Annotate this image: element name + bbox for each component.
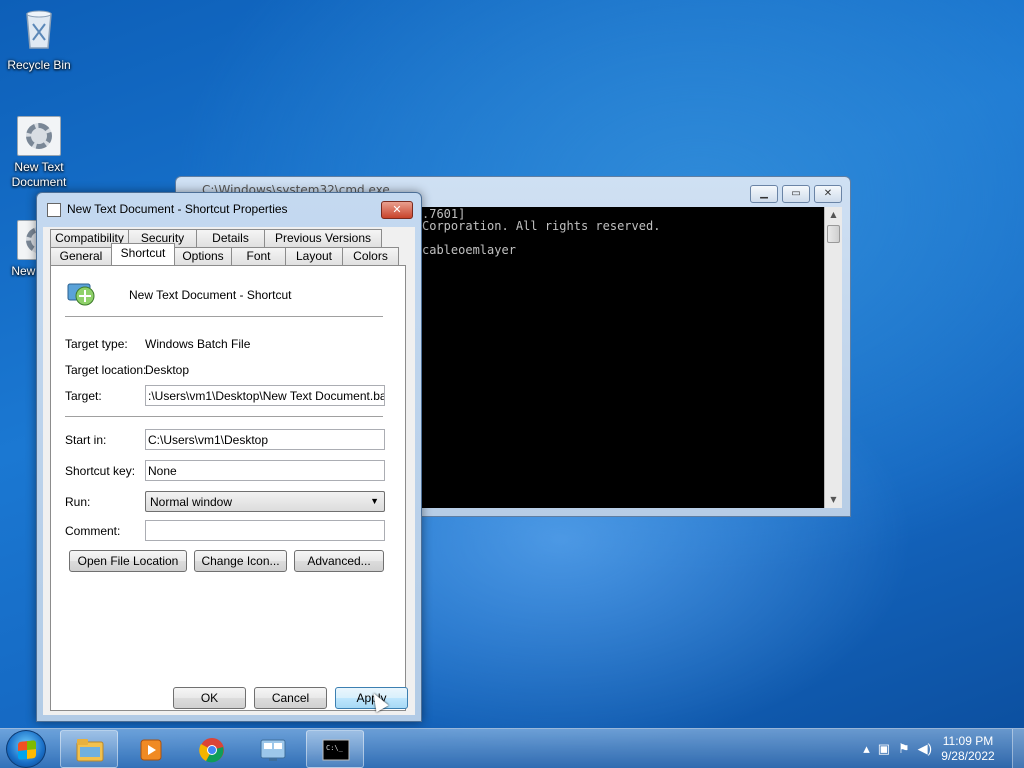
run-select[interactable]: Normal window ▼ (145, 491, 385, 512)
action-center-flag-icon[interactable]: ⚑ (898, 741, 910, 757)
minimize-button[interactable]: ▁ (750, 185, 778, 203)
maximize-icon: ▭ (791, 188, 801, 199)
target-input[interactable]: :\Users\vm1\Desktop\New Text Document.ba… (145, 385, 385, 406)
target-type-value: Windows Batch File (145, 337, 251, 351)
folder-icon (76, 739, 104, 762)
desktop-icon-label: New Text Document (11, 160, 67, 189)
command-prompt-icon: C:\_ (322, 739, 350, 761)
system-tray: ▴ ▣ ⚑ ◀) 11:09 PM 9/28/2022 (824, 729, 1024, 768)
svg-text:C:\_: C:\_ (326, 744, 344, 752)
batch-file-icon (17, 116, 61, 156)
taskbar-chrome[interactable] (182, 730, 240, 768)
tab-row-2: General Shortcut Options Font Layout Col… (50, 243, 399, 265)
chrome-icon (199, 738, 224, 763)
shortcut-key-input[interactable]: None (145, 460, 385, 481)
tab-options[interactable]: Options (174, 247, 232, 265)
taskbar-control-panel[interactable] (243, 730, 301, 768)
taskbar-explorer[interactable] (60, 730, 118, 768)
media-player-icon (140, 739, 162, 761)
desktop-icon-new-text-document[interactable]: New Text Document (1, 116, 77, 190)
console-line: Corporation. All rights reserved. (422, 219, 661, 233)
clock-date: 9/28/2022 (941, 749, 995, 763)
desktop-icon-recycle-bin[interactable]: Recycle Bin (1, 6, 77, 73)
tab-row-1: Compatibility Security Details Previous … (50, 229, 382, 247)
dialog-title: New Text Document - Shortcut Properties (67, 202, 288, 216)
advanced-button[interactable]: Advanced... (294, 550, 384, 572)
tab-details[interactable]: Details (196, 229, 265, 247)
shortcut-key-label: Shortcut key: (65, 464, 136, 478)
chevron-down-icon: ▼ (370, 496, 379, 506)
target-location-value: Desktop (145, 363, 190, 377)
comment-label: Comment: (65, 524, 121, 538)
ok-button[interactable]: OK (173, 687, 246, 709)
shortcut-name: New Text Document - Shortcut (129, 288, 292, 302)
dialog-close-button[interactable]: ✕ (381, 201, 413, 219)
scroll-thumb[interactable] (827, 225, 840, 243)
taskbar-cmd[interactable]: C:\_ (306, 730, 364, 768)
taskbar-media-player[interactable] (121, 730, 179, 768)
divider (65, 416, 383, 417)
console-line: cableoemlayer (422, 243, 516, 257)
shortcut-icon (67, 283, 95, 306)
clock[interactable]: 11:09 PM 9/28/2022 (936, 734, 1000, 764)
tab-font[interactable]: Font (231, 247, 286, 265)
target-label: Target: (65, 389, 102, 403)
target-type-label: Target type: (65, 337, 128, 351)
tab-layout[interactable]: Layout (285, 247, 343, 265)
network-icon[interactable]: ▣ (878, 741, 890, 757)
volume-icon[interactable]: ◀) (918, 741, 932, 757)
control-panel-icon (260, 739, 286, 761)
start-in-input[interactable]: C:\Users\vm1\Desktop (145, 429, 385, 450)
windows-logo-icon (18, 740, 36, 760)
console-scrollbar[interactable]: ▲ ▼ (824, 207, 842, 508)
start-button[interactable] (6, 730, 46, 768)
minimize-icon: ▁ (760, 188, 768, 199)
scroll-up-icon[interactable]: ▲ (825, 207, 842, 223)
change-icon-button[interactable]: Change Icon... (194, 550, 287, 572)
clock-time: 11:09 PM (942, 734, 994, 748)
shortcut-tab-panel: New Text Document - Shortcut Target type… (50, 265, 406, 711)
close-button[interactable]: ✕ (814, 185, 842, 203)
scroll-down-icon[interactable]: ▼ (825, 492, 842, 508)
run-select-value: Normal window (150, 495, 233, 509)
close-icon: ✕ (392, 203, 402, 216)
recycle-bin-icon (26, 10, 52, 49)
tab-general[interactable]: General (50, 247, 112, 265)
cancel-button[interactable]: Cancel (254, 687, 327, 709)
open-file-location-button[interactable]: Open File Location (69, 550, 187, 572)
start-in-label: Start in: (65, 433, 107, 447)
show-desktop-button[interactable] (1012, 729, 1024, 768)
shortcut-properties-dialog[interactable]: New Text Document - Shortcut Properties … (36, 192, 422, 722)
dialog-app-icon (47, 203, 61, 217)
target-location-label: Target location: (65, 363, 147, 377)
close-icon: ✕ (823, 188, 833, 199)
desktop-icon-label: Recycle Bin (7, 58, 71, 72)
show-hidden-icons-icon[interactable]: ▴ (863, 741, 870, 757)
maximize-button[interactable]: ▭ (782, 185, 810, 203)
taskbar: C:\_ ▴ ▣ ⚑ ◀) 11:09 PM 9/28/2022 (0, 728, 1024, 768)
comment-input[interactable] (145, 520, 385, 541)
tab-shortcut[interactable]: Shortcut (111, 243, 175, 265)
tab-colors[interactable]: Colors (342, 247, 399, 265)
dialog-body: Compatibility Security Details Previous … (43, 227, 415, 715)
tab-previous-versions[interactable]: Previous Versions (264, 229, 382, 247)
divider (65, 316, 383, 317)
run-label: Run: (65, 495, 91, 509)
